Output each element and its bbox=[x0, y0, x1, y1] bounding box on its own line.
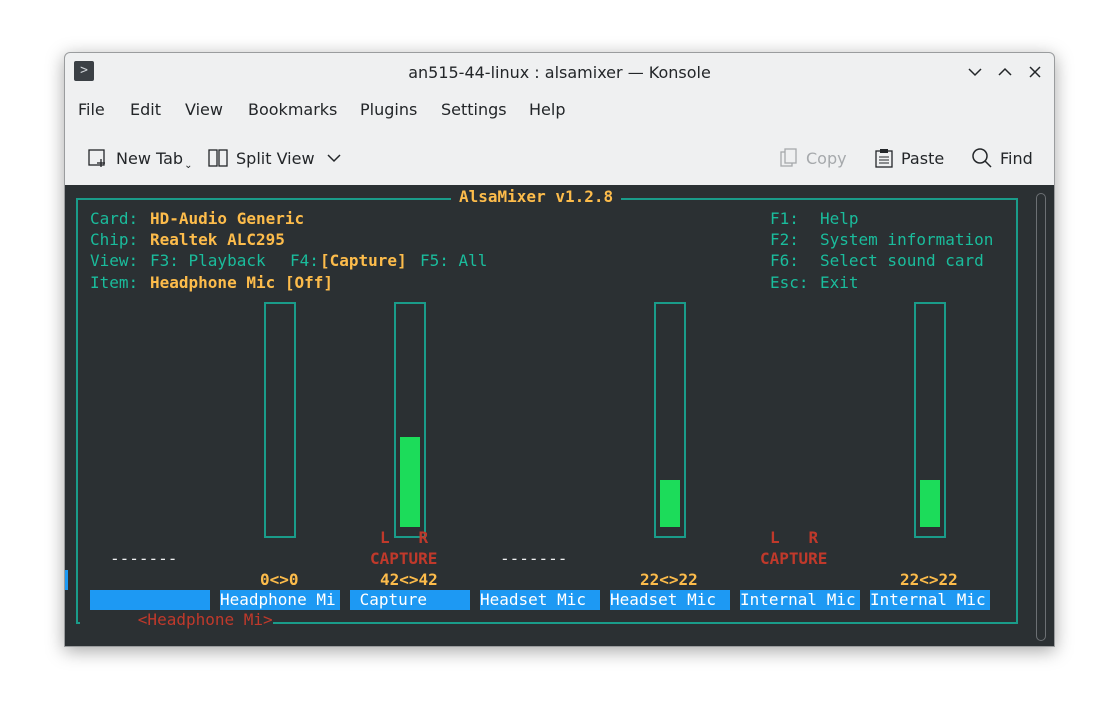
close-icon bbox=[1029, 66, 1041, 78]
help-text-f1: Help bbox=[820, 209, 859, 228]
view-f3[interactable]: F3: Playback bbox=[150, 251, 266, 271]
help-key-esc: Esc: bbox=[770, 273, 809, 292]
volume-value: 22<>22 bbox=[640, 570, 698, 589]
find-button[interactable]: Find bbox=[971, 145, 1033, 171]
chevron-down-icon bbox=[327, 154, 341, 163]
volume-bar[interactable] bbox=[654, 302, 686, 538]
title-bar[interactable]: > an515-44-linux : alsamixer — Konsole bbox=[65, 53, 1054, 91]
channel-label[interactable]: Internal Mic bbox=[870, 590, 990, 610]
menu-bar: File Edit View Bookmarks Plugins Setting… bbox=[65, 97, 1054, 123]
view-f5[interactable]: F5: All bbox=[420, 251, 487, 271]
help-text-f6: Select sound card bbox=[820, 251, 984, 270]
selected-highlight bbox=[90, 590, 210, 610]
help-key-f1: F1: bbox=[770, 209, 799, 228]
volume-value: 0<>0 bbox=[260, 570, 299, 589]
window-title: an515-44-linux : alsamixer — Konsole bbox=[408, 63, 711, 82]
help-key-f6: F6: bbox=[770, 251, 799, 270]
menu-edit[interactable]: Edit bbox=[130, 100, 161, 119]
card-label: Card: bbox=[90, 209, 139, 228]
menu-plugins[interactable]: Plugins bbox=[360, 100, 417, 119]
help-text-f2: System information bbox=[820, 230, 994, 249]
volume-value: 22<>22 bbox=[900, 570, 958, 589]
chevron-down-icon bbox=[968, 68, 982, 77]
item-value: Headphone Mic [Off] bbox=[150, 273, 334, 292]
volume-value: 42<>42 bbox=[380, 570, 438, 589]
volume-fill bbox=[400, 437, 420, 527]
channel-label[interactable]: Headset Mic bbox=[610, 590, 730, 610]
item-label: Item: bbox=[90, 273, 139, 292]
view-f4-value[interactable]: [Capture] bbox=[320, 251, 407, 271]
chip-label: Chip: bbox=[90, 230, 139, 249]
copy-icon bbox=[780, 148, 797, 167]
copy-button[interactable]: Copy bbox=[779, 145, 847, 171]
dropdown-icon: ⌄ bbox=[184, 159, 193, 171]
capture-switch[interactable]: CAPTURE bbox=[370, 549, 437, 569]
lr-indicator: L R bbox=[770, 528, 819, 547]
volume-fill bbox=[920, 480, 940, 527]
volume-bar[interactable] bbox=[394, 302, 426, 538]
volume-bar[interactable] bbox=[264, 302, 296, 538]
maximize-button[interactable] bbox=[994, 61, 1016, 83]
channel-label[interactable]: Headphone Mi bbox=[220, 590, 340, 610]
selection-marker bbox=[65, 570, 68, 590]
menu-help[interactable]: Help bbox=[529, 100, 565, 119]
menu-view[interactable]: View bbox=[185, 100, 223, 119]
channel-label[interactable]: Internal Mic bbox=[740, 590, 860, 610]
close-button[interactable] bbox=[1024, 61, 1046, 83]
view-f4-key[interactable]: F4: bbox=[290, 251, 319, 271]
chip-value: Realtek ALC295 bbox=[150, 230, 285, 249]
paste-button[interactable]: Paste bbox=[874, 145, 944, 171]
help-text-esc: Exit bbox=[820, 273, 859, 292]
minimize-button[interactable] bbox=[964, 61, 986, 83]
view-label: View: bbox=[90, 251, 139, 270]
new-tab-button[interactable]: New Tab ⌄ bbox=[87, 145, 192, 171]
paste-icon bbox=[875, 149, 893, 168]
volume-bar[interactable] bbox=[914, 302, 946, 538]
mixer-title: AlsaMixer v1.2.8 bbox=[451, 187, 622, 207]
konsole-window: > an515-44-linux : alsamixer — Konsole F… bbox=[64, 52, 1055, 647]
toolbar: New Tab ⌄ Split View Copy Paste Find bbox=[65, 137, 1054, 181]
help-key-f2: F2: bbox=[770, 230, 799, 249]
channel-label[interactable]: Capture bbox=[350, 590, 470, 610]
no-control-dashes: ------- bbox=[500, 549, 568, 568]
volume-fill bbox=[660, 480, 680, 527]
no-control-dashes: ------- bbox=[110, 549, 178, 568]
menu-bookmarks[interactable]: Bookmarks bbox=[248, 100, 337, 119]
menu-settings[interactable]: Settings bbox=[441, 100, 507, 119]
split-view-icon bbox=[208, 149, 228, 167]
capture-switch[interactable]: CAPTURE bbox=[760, 549, 827, 569]
card-value: HD-Audio Generic bbox=[150, 209, 305, 228]
chevron-up-icon bbox=[998, 67, 1012, 76]
split-view-button[interactable]: Split View bbox=[207, 145, 341, 171]
new-tab-icon bbox=[88, 149, 105, 167]
scrollbar[interactable] bbox=[1036, 193, 1046, 641]
search-icon bbox=[972, 148, 992, 168]
channel-label[interactable]: Headset Mic bbox=[480, 590, 600, 610]
terminal-area[interactable]: AlsaMixer v1.2.8 Card: HD-Audio Generic … bbox=[65, 185, 1054, 646]
lr-indicator: L R bbox=[380, 528, 429, 547]
menu-file[interactable]: File bbox=[78, 100, 105, 119]
